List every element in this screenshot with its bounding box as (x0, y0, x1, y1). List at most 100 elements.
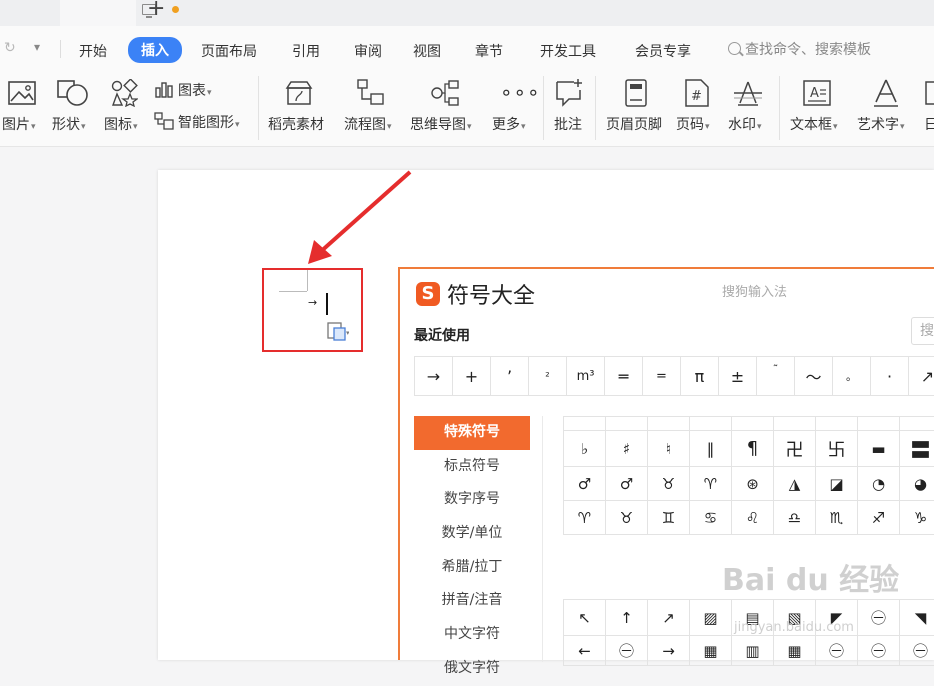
insert-ribbon: 图片▾ 形状▾ 图标▾ 图表▾ 智能图形▾ 稻壳素材 流程图▾ 思维导图▾ ∘∘… (0, 70, 934, 147)
wordart-label: 艺术字 (857, 117, 899, 133)
menu-review[interactable]: 审阅 (354, 41, 382, 61)
symbol-cell[interactable]: ♐ (858, 501, 900, 535)
recent-symbol[interactable]: ˜ (757, 357, 795, 395)
symbol-cell[interactable]: → (648, 636, 690, 666)
symbol-cell[interactable]: ㊀ (606, 636, 648, 666)
category-russian[interactable]: 俄文字符 (414, 652, 530, 686)
symbol-cell[interactable]: ♋ (690, 501, 732, 535)
symbol-cell[interactable]: ♉ (648, 467, 690, 501)
symbol-cell[interactable]: ㊀ (858, 636, 900, 666)
symbol-cell[interactable] (564, 417, 606, 431)
category-math-unit[interactable]: 数学/单位 (414, 517, 530, 551)
recent-symbol[interactable]: 〜 (795, 357, 833, 395)
symbol-cell[interactable]: ㊀ (858, 600, 900, 636)
redo-icon[interactable]: ↻ (4, 40, 16, 56)
document-tab[interactable] (60, 0, 179, 26)
symbol-cell[interactable] (858, 417, 900, 431)
recent-symbol[interactable]: m³ (567, 357, 605, 395)
symbol-cell[interactable]: ♑ (900, 501, 934, 535)
menu-home[interactable]: 开始 (79, 41, 107, 61)
symbol-cell[interactable]: ㊀ (900, 636, 934, 666)
menu-references[interactable]: 引用 (292, 41, 320, 61)
symbol-cell[interactable]: ◥ (900, 600, 934, 636)
symbol-cell[interactable] (648, 417, 690, 431)
recent-symbol[interactable]: + (453, 357, 491, 395)
symbol-cell[interactable]: ◮ (774, 467, 816, 501)
recent-symbol[interactable]: · (871, 357, 909, 395)
symbol-search-input[interactable]: 搜 (911, 317, 934, 345)
symbol-cell[interactable] (732, 417, 774, 431)
category-number-sequence[interactable]: 数字序号 (414, 483, 530, 517)
category-punctuation[interactable]: 标点符号 (414, 450, 530, 484)
svg-text:A: A (810, 86, 819, 101)
symbol-cell[interactable] (774, 417, 816, 431)
symbol-cell[interactable]: ㊀ (816, 636, 858, 666)
recent-symbol[interactable]: ² (529, 357, 567, 395)
symbol-cell[interactable]: ▦ (774, 636, 816, 666)
symbol-cell[interactable]: 卐 (816, 431, 858, 467)
unsaved-dot-icon (172, 6, 179, 13)
symbol-cell[interactable] (816, 417, 858, 431)
sogou-logo-icon: S (416, 282, 440, 306)
symbol-cell[interactable]: ← (564, 636, 606, 666)
symbol-cell[interactable]: ♎ (774, 501, 816, 535)
menu-view[interactable]: 视图 (413, 41, 441, 61)
command-search[interactable]: 查找命令、搜索模板 (728, 39, 871, 59)
menu-membership[interactable]: 会员专享 (635, 41, 691, 61)
recent-symbol[interactable]: ± (719, 357, 757, 395)
symbol-cell[interactable]: ♂ (564, 467, 606, 501)
recent-symbol[interactable]: π (681, 357, 719, 395)
symbol-cell[interactable]: ♯ (606, 431, 648, 467)
symbol-cell[interactable]: ‖ (690, 431, 732, 467)
recent-symbol[interactable]: → (415, 357, 453, 395)
recent-symbol[interactable]: ’ (491, 357, 529, 395)
symbol-cell[interactable]: ▨ (690, 600, 732, 636)
recent-symbol[interactable]: ↗ (909, 357, 934, 395)
quick-access-dropdown-icon[interactable]: ▾ (34, 40, 40, 54)
symbol-cell[interactable]: ▦ (690, 636, 732, 666)
menu-page-layout[interactable]: 页面布局 (201, 41, 257, 61)
symbol-cell[interactable]: ◕ (900, 467, 934, 501)
symbol-cell[interactable]: ♏ (816, 501, 858, 535)
recent-label: 最近使用 (414, 328, 470, 344)
symbol-cell[interactable]: ♈ (690, 467, 732, 501)
wordart-icon (874, 79, 898, 107)
new-tab-plus-icon[interactable]: + (147, 0, 165, 21)
menu-insert[interactable]: 插入 (128, 37, 182, 63)
symbol-cell[interactable]: ▬ (858, 431, 900, 467)
symbol-cell[interactable]: ↑ (606, 600, 648, 636)
symbol-cell[interactable]: ♂ (606, 467, 648, 501)
symbol-cell[interactable]: 卍 (774, 431, 816, 467)
symbol-cell[interactable]: ¶ (732, 431, 774, 467)
symbol-cell[interactable] (606, 417, 648, 431)
symbol-cell[interactable]: ♌ (732, 501, 774, 535)
symbol-cell[interactable]: 〓 (900, 431, 934, 467)
menu-chapter[interactable]: 章节 (475, 41, 503, 61)
category-greek-latin[interactable]: 希腊/拉丁 (414, 551, 530, 585)
watermark-label: 水印 (728, 117, 756, 133)
recent-symbol[interactable]: ═ (605, 357, 643, 395)
recent-symbol[interactable]: = (643, 357, 681, 395)
symbol-cell[interactable]: ▥ (732, 636, 774, 666)
symbol-cell[interactable]: ♉ (606, 501, 648, 535)
symbol-cell[interactable]: ↗ (648, 600, 690, 636)
symbol-cell[interactable]: ◔ (858, 467, 900, 501)
symbol-cell[interactable]: ♈ (564, 501, 606, 535)
symbol-cell[interactable]: ◪ (816, 467, 858, 501)
textbox-label: 文本框 (790, 117, 832, 133)
symbol-cell[interactable] (690, 417, 732, 431)
category-pinyin[interactable]: 拼音/注音 (414, 584, 530, 618)
symbol-cell[interactable]: ♭ (564, 431, 606, 467)
recent-symbol[interactable]: 。 (833, 357, 871, 395)
category-chinese-chars[interactable]: 中文字符 (414, 618, 530, 652)
symbol-cell[interactable]: ♮ (648, 431, 690, 467)
menu-developer[interactable]: 开发工具 (540, 41, 596, 61)
symbol-cell[interactable]: ♊ (648, 501, 690, 535)
symbol-cell[interactable] (900, 417, 934, 431)
symbol-grid: ♭ ♯ ♮ ‖ ¶ 卍 卐 ▬ 〓 ♂ ♂ ♉ ♈ ⊛ ◮ ◪ ◔ ◕ ♈ ♉ … (563, 416, 934, 535)
symbol-cell[interactable]: ↖ (564, 600, 606, 636)
symbol-category-list: 特殊符号 标点符号 数字序号 数学/单位 希腊/拉丁 拼音/注音 中文字符 俄文… (414, 416, 530, 686)
symbol-cell[interactable]: ⊛ (732, 467, 774, 501)
flowchart-label: 流程图 (344, 117, 386, 133)
category-special[interactable]: 特殊符号 (414, 416, 530, 450)
